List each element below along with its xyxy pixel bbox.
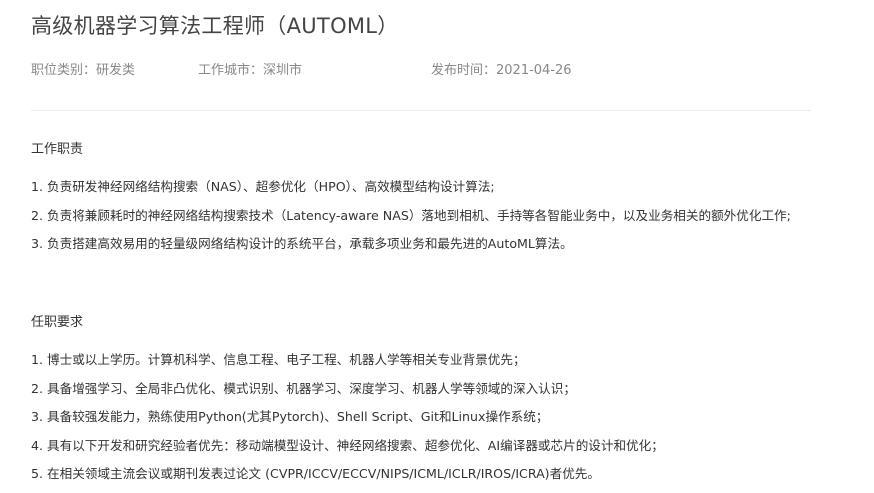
duty-item: 2. 负责将兼顾耗时的神经网络结构搜索技术（Latency-aware NAS）… (31, 207, 791, 223)
requirement-item: 2. 具备增强学习、全局非凸优化、模式识别、机器学习、深度学习、机器人学等领域的… (31, 380, 576, 396)
requirements-list: 1. 博士或以上学历。计算机科学、信息工程、电子工程、机器人学等相关专业背景优先… (31, 346, 811, 489)
duties-list: 1. 负责研发神经网络结构搜索（NAS）、超参优化（HPO）、高效模型结构设计算… (31, 173, 811, 259)
requirement-item: 3. 具备较强发能力，熟练使用Python(尤其Pytorch)、Shell S… (31, 409, 549, 424)
requirement-item: 5. 在相关领域主流会议或期刊发表过论文 (CVPR/ICCV/ECCV/NIP… (31, 466, 600, 481)
requirement-item: 4. 具有以下开发和研究经验者优先：移动端模型设计、神经网络搜索、超参优化、AI… (31, 437, 664, 453)
divider (31, 110, 811, 111)
job-detail-page: 高级机器学习算法工程师（AUTOML） 职位类别：研发类 工作城市：深圳市 发布… (31, 0, 811, 481)
job-title: 高级机器学习算法工程师（AUTOML） (31, 14, 399, 38)
requirements-section: 任职要求 1. 博士或以上学历。计算机科学、信息工程、电子工程、机器人学等相关专… (31, 311, 811, 489)
job-meta: 职位类别：研发类 工作城市：深圳市 发布时间：2021-04-26 (31, 61, 811, 81)
duty-item: 1. 负责研发神经网络结构搜索（NAS）、超参优化（HPO）、高效模型结构设计算… (31, 179, 495, 194)
job-category: 职位类别：研发类 (31, 63, 136, 78)
publish-date: 发布时间：2021-04-26 (431, 63, 572, 78)
requirements-heading: 任职要求 (31, 315, 84, 330)
duty-item: 3. 负责搭建高效易用的轻量级网络结构设计的系统平台，承载多项业务和最先进的Au… (31, 236, 573, 251)
requirement-item: 1. 博士或以上学历。计算机科学、信息工程、电子工程、机器人学等相关专业背景优先… (31, 352, 526, 367)
job-city: 工作城市：深圳市 (198, 63, 303, 78)
duties-section: 工作职责 1. 负责研发神经网络结构搜索（NAS）、超参优化（HPO）、高效模型… (31, 138, 811, 259)
duties-heading: 工作职责 (31, 142, 84, 157)
